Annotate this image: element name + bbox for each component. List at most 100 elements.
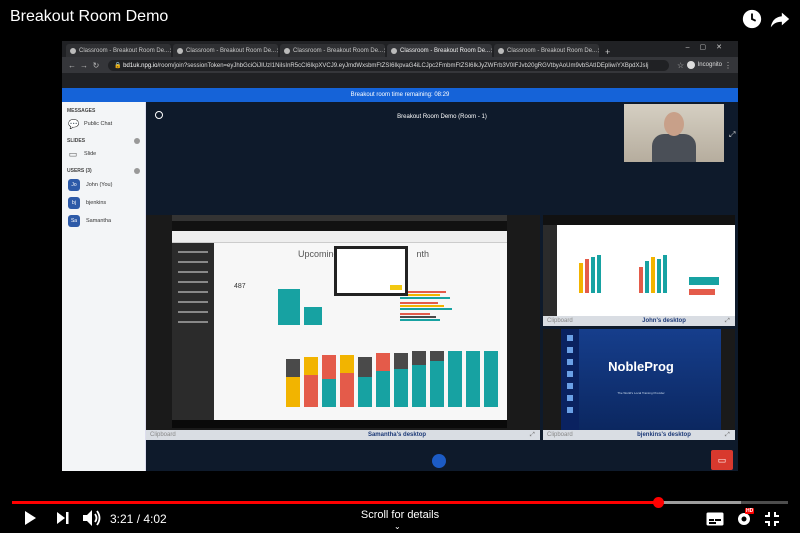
scroll-for-details[interactable]: Scroll for details xyxy=(0,509,800,521)
expand-webcam-icon[interactable]: ⤢ xyxy=(729,130,735,140)
bar xyxy=(358,357,372,377)
url-host: bd1uk.npg.io xyxy=(123,62,158,69)
url-field[interactable]: 🔒 bd1uk.npg.io/room/join?sessionToken=ey… xyxy=(108,59,669,71)
reload-icon[interactable]: ↻ xyxy=(90,61,102,70)
progress-bar[interactable] xyxy=(12,497,788,508)
back-icon[interactable]: ← xyxy=(66,61,78,70)
shared-screen: NobleProg The World's Local Training Pro… xyxy=(561,329,721,430)
close-tab-icon[interactable]: ✕ xyxy=(597,47,599,55)
bar xyxy=(358,377,372,407)
browser-tab-4[interactable]: Classroom - Breakout Room De...✕ xyxy=(387,44,492,57)
bar xyxy=(304,375,318,407)
url-path: /room/join?sessionToken=eyJhbGciOiJIUzI1… xyxy=(157,62,649,69)
played-bar xyxy=(12,501,658,504)
public-chat-item[interactable]: 💬 Public Chat xyxy=(62,116,145,132)
desktop-owner-label: bjenkins's desktop xyxy=(637,432,691,438)
user-item[interactable]: Jo John (You) xyxy=(62,176,145,194)
bjenkins-desktop-tile[interactable]: NobleProg The World's Local Training Pro… xyxy=(543,329,735,440)
expand-icon[interactable]: ⤢ xyxy=(725,432,735,439)
close-tab-icon[interactable]: ✕ xyxy=(490,47,492,55)
bar xyxy=(376,353,390,371)
incognito-indicator[interactable]: Incognito xyxy=(686,61,722,69)
new-tab-button[interactable]: + xyxy=(605,47,610,57)
user-name: bjenkins xyxy=(86,200,107,206)
browser-tab-5[interactable]: Classroom - Breakout Room De...✕ xyxy=(494,44,599,57)
address-bar: ← → ↻ 🔒 bd1uk.npg.io/room/join?sessionTo… xyxy=(62,57,738,73)
bar xyxy=(639,267,643,293)
bar xyxy=(340,355,354,373)
tab-strip: Classroom - Breakout Room De...✕ Classro… xyxy=(62,41,738,57)
share-icon[interactable] xyxy=(769,8,791,30)
slide-label: Slide xyxy=(84,151,97,157)
chevron-down-icon[interactable]: ⌄ xyxy=(394,522,401,531)
clipboard-label[interactable]: Clipboard xyxy=(543,318,603,324)
bar xyxy=(322,355,336,379)
users-header: USERS (3) xyxy=(62,162,145,176)
clipboard-label[interactable]: Clipboard xyxy=(543,432,603,438)
app-nav xyxy=(172,243,214,420)
app-nav xyxy=(543,225,557,316)
webcam-video xyxy=(624,104,724,162)
user-name: John (You) xyxy=(86,182,113,188)
browser-tab-2[interactable]: Classroom - Breakout Room De...✕ xyxy=(173,44,278,57)
bar xyxy=(412,351,426,365)
grid-layout-button[interactable] xyxy=(432,454,446,468)
john-desktop-tile[interactable]: Clipboard John's desktop ⤢ xyxy=(543,215,735,326)
user-item[interactable]: bj bjenkins xyxy=(62,194,145,212)
bookmark-star-icon[interactable]: ☆ xyxy=(675,61,687,70)
bar xyxy=(400,297,450,299)
browser-tab-3[interactable]: Classroom - Breakout Room De...✕ xyxy=(280,44,385,57)
subtitles-icon[interactable] xyxy=(706,512,724,526)
exit-fullscreen-icon[interactable] xyxy=(764,511,780,527)
user-item[interactable]: Sa Samantha xyxy=(62,212,145,230)
slide-item[interactable]: ▭ Slide xyxy=(62,146,145,162)
incognito-label: Incognito xyxy=(697,62,722,68)
stack-group xyxy=(286,351,498,407)
video-title: Breakout Room Demo xyxy=(10,8,169,25)
desktop-owner-label: John's desktop xyxy=(642,318,686,324)
bar xyxy=(400,294,440,296)
forward-icon[interactable]: → xyxy=(78,61,90,70)
desktop-owner-label: Samantha's desktop xyxy=(367,432,427,438)
bar xyxy=(579,263,583,293)
close-tab-icon[interactable]: ✕ xyxy=(383,47,385,55)
bar xyxy=(304,307,322,325)
public-chat-label: Public Chat xyxy=(84,121,113,127)
bar xyxy=(400,305,444,307)
close-tab-icon[interactable]: ✕ xyxy=(169,47,171,55)
video-player[interactable]: Breakout Room Demo Classroom - Breakout … xyxy=(0,0,800,533)
bar xyxy=(278,289,300,325)
window-controls[interactable]: –▢✕ xyxy=(686,43,732,51)
room-main: Breakout Room Demo (Room - 1) ⤢ Upcoming… xyxy=(146,102,738,471)
tile-caption: Clipboard Samantha's desktop ⤢ xyxy=(146,430,540,440)
favicon-icon xyxy=(70,47,76,54)
bar xyxy=(651,257,655,293)
incognito-icon xyxy=(686,61,695,69)
bar xyxy=(400,313,430,315)
bar xyxy=(466,351,480,407)
windows-taskbar xyxy=(172,420,507,428)
favicon-icon xyxy=(498,47,504,54)
popup-ok-button[interactable] xyxy=(390,285,402,290)
gear-icon[interactable] xyxy=(134,168,140,174)
gear-icon[interactable] xyxy=(134,138,140,144)
clipboard-label[interactable]: Clipboard xyxy=(146,432,264,438)
scrubber-handle[interactable] xyxy=(652,497,664,508)
samantha-desktop-tile[interactable]: Upcoming nth 487 Clipboard Samantha's de… xyxy=(146,215,540,440)
tile-caption: Clipboard John's desktop ⤢ xyxy=(543,316,735,326)
menu-kebab-icon[interactable]: ⋮ xyxy=(722,61,734,70)
browser-tab-1[interactable]: Classroom - Breakout Room De...✕ xyxy=(66,44,171,57)
close-tab-icon[interactable]: ✕ xyxy=(276,47,278,55)
avatar: Sa xyxy=(68,215,80,227)
dialog-popup[interactable] xyxy=(336,248,406,294)
favicon-icon xyxy=(391,47,397,54)
slides-icon: ▭ xyxy=(68,149,78,159)
bar xyxy=(689,289,715,295)
bar xyxy=(591,257,595,293)
expand-icon[interactable]: ⤢ xyxy=(530,432,540,439)
watch-later-icon[interactable] xyxy=(741,8,763,30)
expand-icon[interactable]: ⤢ xyxy=(725,318,735,325)
chat-button[interactable]: ▭ xyxy=(711,450,733,470)
avatar: Jo xyxy=(68,179,80,191)
user-name: Samantha xyxy=(86,218,112,224)
